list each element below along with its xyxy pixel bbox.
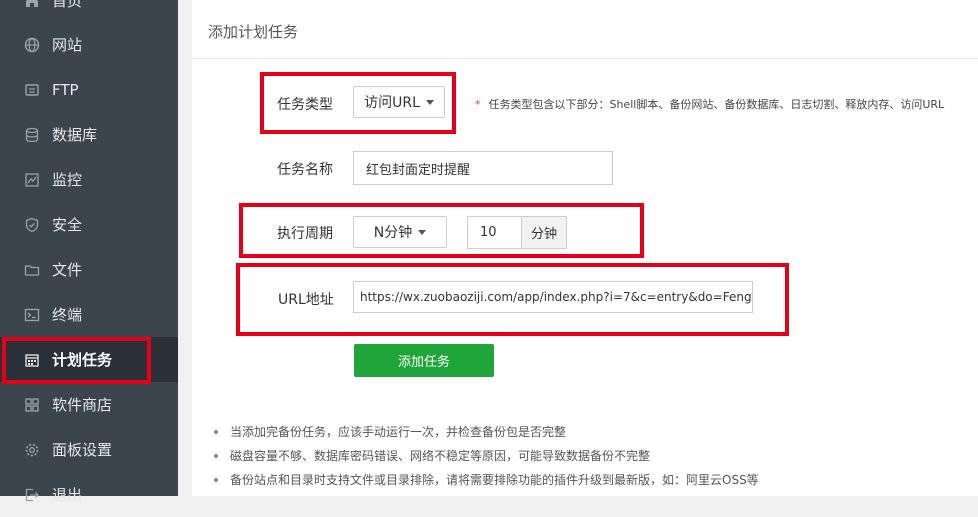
sidebar-item-files[interactable]: 文件	[0, 247, 178, 292]
sidebar-item-label: 安全	[52, 216, 83, 234]
period-type-value: N分钟	[373, 225, 413, 241]
sidebar-item-label: 终端	[52, 306, 83, 324]
sidebar-item-label: 网站	[52, 36, 83, 54]
sidebar-item-security[interactable]: 安全	[0, 202, 178, 247]
sidebar-item-label: 计划任务	[52, 351, 113, 369]
url-label: URL地址	[278, 292, 334, 308]
database-icon	[25, 127, 39, 142]
sidebar-item-label: 首页	[52, 0, 83, 10]
task-name-label: 任务名称	[277, 162, 333, 178]
list-item: 备份站点和目录时支持文件或目录排除，请将需要排除功能的插件升级到最新版，如：阿里…	[212, 468, 759, 492]
gear-icon	[25, 443, 39, 456]
list-item: 磁盘容量不够、数据库密码错误、网络不稳定等原因，可能导致数据备份不完整	[212, 444, 759, 468]
add-task-button[interactable]: 添加任务	[354, 344, 494, 377]
sidebar-item-store[interactable]: 软件商店	[0, 382, 178, 427]
period-label: 执行周期	[277, 226, 333, 242]
sidebar-item-ftp[interactable]: FTP	[0, 67, 178, 112]
sidebar-item-label: 软件商店	[52, 396, 113, 414]
monitor-chart-icon	[25, 172, 39, 187]
task-type-dropdown[interactable]: 访问URL	[353, 86, 445, 118]
sidebar-item-label: FTP	[52, 80, 79, 99]
caret-down-icon	[425, 99, 434, 105]
task-type-hint: * 任务类型包含以下部分：Shell脚本、备份网站、备份数据库、日志切割、释放内存…	[475, 98, 945, 111]
period-minutes-input[interactable]: 10	[467, 216, 522, 249]
url-input[interactable]: https://wx.zuobaoziji.com/app/index.php?…	[353, 281, 753, 313]
sidebar-item-label: 监控	[52, 171, 83, 189]
sidebar-item-monitor[interactable]: 监控	[0, 157, 178, 202]
sidebar-item-terminal[interactable]: 终端	[0, 292, 178, 337]
caret-down-icon	[418, 229, 427, 235]
panel-header: 添加计划任务	[192, 0, 978, 59]
sidebar-item-database[interactable]: 数据库	[0, 112, 178, 157]
sidebar: 首页 网站 FTP 数据库 监控 安全 文件 终端 计划任务 软件商店 面板设置	[0, 0, 178, 504]
terminal-icon	[24, 308, 40, 321]
sidebar-item-label: 文件	[52, 261, 83, 279]
task-type-label: 任务类型	[277, 97, 333, 113]
page-title: 添加计划任务	[208, 23, 299, 41]
ftp-icon	[25, 83, 39, 96]
globe-icon	[24, 37, 40, 52]
home-icon	[26, 0, 38, 7]
sidebar-item-home[interactable]: 首页	[0, 0, 178, 23]
period-unit-addon: 分钟	[522, 216, 567, 249]
period-type-dropdown[interactable]: N分钟	[353, 216, 447, 248]
calendar-icon	[25, 353, 39, 367]
sidebar-item-website[interactable]: 网站	[0, 22, 178, 67]
list-item: 当添加完备份任务，应该手动运行一次，并检查备份包是否完整	[212, 420, 759, 444]
apps-grid-icon	[25, 397, 39, 412]
folder-icon	[24, 264, 40, 276]
sidebar-item-label: 面板设置	[52, 441, 113, 459]
sidebar-item-cron[interactable]: 计划任务	[0, 337, 178, 382]
logout-icon	[25, 488, 39, 501]
sidebar-item-logout[interactable]: 退出	[0, 472, 178, 517]
notes-list: 当添加完备份任务，应该手动运行一次，并检查备份包是否完整 磁盘容量不够、数据库密…	[212, 420, 759, 492]
shield-icon	[25, 217, 39, 232]
task-type-value: 访问URL	[364, 95, 420, 111]
sidebar-item-settings[interactable]: 面板设置	[0, 427, 178, 472]
main-panel: 添加计划任务 任务类型 访问URL * 任务类型包含以下部分：Shell脚本、备份…	[192, 0, 978, 496]
sidebar-item-label: 退出	[52, 486, 83, 504]
task-name-input[interactable]: 红包封面定时提醒	[353, 151, 613, 185]
sidebar-item-label: 数据库	[52, 126, 98, 144]
